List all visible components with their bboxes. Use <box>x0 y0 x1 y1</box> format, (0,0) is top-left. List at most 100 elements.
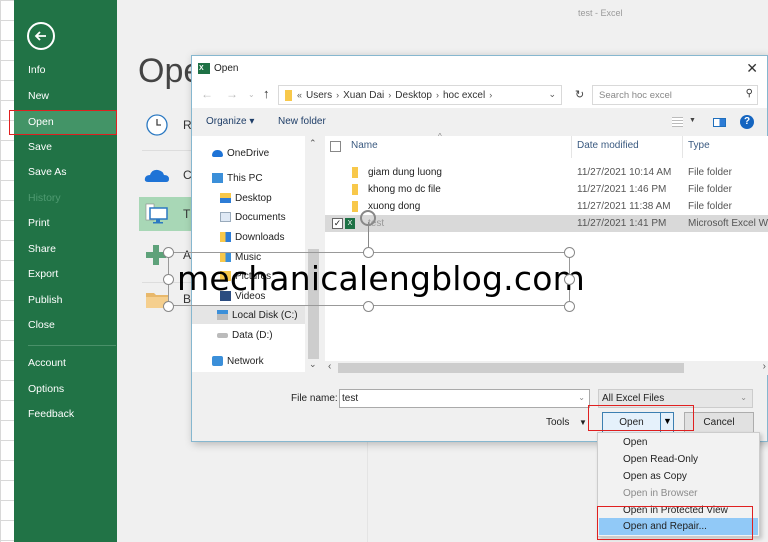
backstage-sidebar: Info New Open Save Save As History Print… <box>14 0 117 542</box>
clock-icon <box>146 114 168 136</box>
resize-handle[interactable] <box>564 301 575 312</box>
tree-item-local-disk-c[interactable]: Local Disk (C:) <box>192 306 305 324</box>
up-arrow-icon[interactable]: ↑ <box>263 86 270 101</box>
nav-new[interactable]: New <box>14 84 117 109</box>
window-title: test - Excel <box>578 8 623 18</box>
forward-arrow-icon[interactable]: → <box>226 87 238 101</box>
file-row-selected[interactable]: ✓ X test 11/27/2021 1:41 PM Microsoft Ex… <box>325 215 768 232</box>
nav-info[interactable]: Info <box>14 58 117 83</box>
resize-handle[interactable] <box>363 301 374 312</box>
column-header-name[interactable]: Name <box>351 140 378 151</box>
tree-item-onedrive[interactable]: OneDrive <box>212 144 269 162</box>
back-arrow-icon[interactable]: ← <box>201 87 213 101</box>
sort-ascending-icon: ^ <box>438 132 442 141</box>
nav-save-as[interactable]: Save As <box>14 160 117 185</box>
cancel-button[interactable]: Cancel <box>684 412 754 433</box>
nav-account[interactable]: Account <box>14 351 117 376</box>
documents-icon <box>220 212 231 222</box>
scrollbar-thumb[interactable] <box>338 363 684 373</box>
breadcrumb-item[interactable]: Desktop <box>395 90 432 101</box>
pc-icon <box>212 173 223 183</box>
scroll-up-icon[interactable]: ⌃ <box>309 138 317 149</box>
nav-feedback[interactable]: Feedback <box>14 402 117 427</box>
breadcrumb-item[interactable]: Xuan Dai <box>343 90 384 101</box>
tree-item-this-pc[interactable]: This PC <box>212 169 263 187</box>
chevron-down-icon[interactable]: ⌄ <box>578 393 585 402</box>
nav-publish[interactable]: Publish <box>14 288 117 313</box>
desktop-folder-icon <box>220 193 231 203</box>
refresh-icon[interactable]: ↻ <box>575 88 584 101</box>
chevron-down-icon[interactable]: ▼ <box>689 117 696 124</box>
breadcrumb-item[interactable]: hoc excel <box>443 90 485 101</box>
view-options-icon[interactable] <box>672 117 683 127</box>
folder-icon <box>352 184 358 195</box>
rotation-handle[interactable] <box>360 210 376 226</box>
back-button[interactable] <box>27 22 55 50</box>
file-row[interactable]: xuong dong 11/27/2021 11:38 AM File fold… <box>325 198 768 215</box>
search-input[interactable]: Search hoc excel ⚲ <box>592 85 758 105</box>
chevron-down-icon[interactable]: ⌄ <box>548 89 556 100</box>
breadcrumb-item[interactable]: Users <box>306 90 332 101</box>
back-arrow-icon <box>34 31 46 41</box>
tools-button[interactable]: Tools <box>546 417 569 428</box>
resize-handle[interactable] <box>564 274 575 285</box>
nav-options[interactable]: Options <box>14 377 117 402</box>
nav-save[interactable]: Save <box>14 135 117 160</box>
resize-handle[interactable] <box>564 247 575 258</box>
search-icon[interactable]: ⚲ <box>746 88 753 99</box>
scroll-left-icon[interactable]: ‹ <box>328 361 331 372</box>
tree-item-desktop[interactable]: Desktop <box>220 189 272 207</box>
preview-pane-icon[interactable] <box>713 118 726 127</box>
column-header-type[interactable]: Type <box>688 140 710 151</box>
tree-item-network[interactable]: Network <box>212 352 264 370</box>
resize-handle[interactable] <box>163 301 174 312</box>
close-icon[interactable]: ✕ <box>746 60 758 77</box>
scroll-right-icon[interactable]: › <box>763 361 766 372</box>
this-pc-icon <box>145 203 168 224</box>
column-header-date[interactable]: Date modified <box>577 140 639 151</box>
onedrive-icon <box>144 169 169 182</box>
new-folder-button[interactable]: New folder <box>278 116 326 127</box>
resize-handle[interactable] <box>163 274 174 285</box>
network-icon <box>212 356 223 366</box>
file-row[interactable]: giam dung luong 11/27/2021 10:14 AM File… <box>325 164 768 181</box>
select-all-checkbox[interactable] <box>330 141 341 152</box>
location-this-pc[interactable]: T <box>139 197 199 231</box>
location-onedrive[interactable]: C <box>139 158 199 192</box>
file-list: ^ Name Date modified Type giam dung luon… <box>325 132 768 361</box>
nav-close[interactable]: Close <box>14 313 117 338</box>
file-name-input[interactable]: test ⌄ <box>339 389 590 408</box>
column-divider[interactable] <box>682 136 683 158</box>
nav-export[interactable]: Export <box>14 262 117 287</box>
nav-print[interactable]: Print <box>14 211 117 236</box>
watermark-text: mechanicalengblog.com <box>177 259 585 298</box>
folder-icon <box>352 201 358 212</box>
resize-handle[interactable] <box>363 247 374 258</box>
resize-handle[interactable] <box>163 247 174 258</box>
tree-item-data-d[interactable]: Data (D:) <box>217 326 273 344</box>
recent-locations-icon[interactable]: ⌄ <box>248 90 255 99</box>
tree-item-downloads[interactable]: Downloads <box>220 228 284 246</box>
file-row[interactable]: khong mo dc file 11/27/2021 1:46 PM File… <box>325 181 768 198</box>
tools-dropdown-icon[interactable]: ▼ <box>579 418 587 427</box>
repair-annotation-box <box>597 506 753 540</box>
scroll-down-icon[interactable]: ⌄ <box>309 359 317 370</box>
menu-item-open-read-only[interactable]: Open Read-Only <box>599 451 758 468</box>
menu-item-open[interactable]: Open <box>599 434 758 451</box>
column-divider[interactable] <box>571 136 572 158</box>
row-checkbox[interactable]: ✓ <box>332 218 343 229</box>
organize-button[interactable]: Organize ▾ <box>206 116 254 127</box>
menu-item-open-as-copy[interactable]: Open as Copy <box>599 468 758 485</box>
help-icon[interactable]: ? <box>740 115 754 129</box>
nav-share[interactable]: Share <box>14 237 117 262</box>
file-list-hscrollbar[interactable]: ‹ › <box>325 361 768 375</box>
address-bar[interactable]: « Users › Xuan Dai › Desktop › hoc excel › ⌄ <box>278 85 562 105</box>
open-button-annotation-box <box>588 405 694 431</box>
chevron-right-icon: › <box>489 90 493 100</box>
breadcrumb-overflow[interactable]: « <box>297 90 302 100</box>
location-recent[interactable]: R <box>139 108 199 142</box>
downloads-icon <box>220 232 231 242</box>
disk-icon <box>217 310 228 320</box>
disk-icon <box>217 332 228 338</box>
tree-item-documents[interactable]: Documents <box>220 208 286 226</box>
